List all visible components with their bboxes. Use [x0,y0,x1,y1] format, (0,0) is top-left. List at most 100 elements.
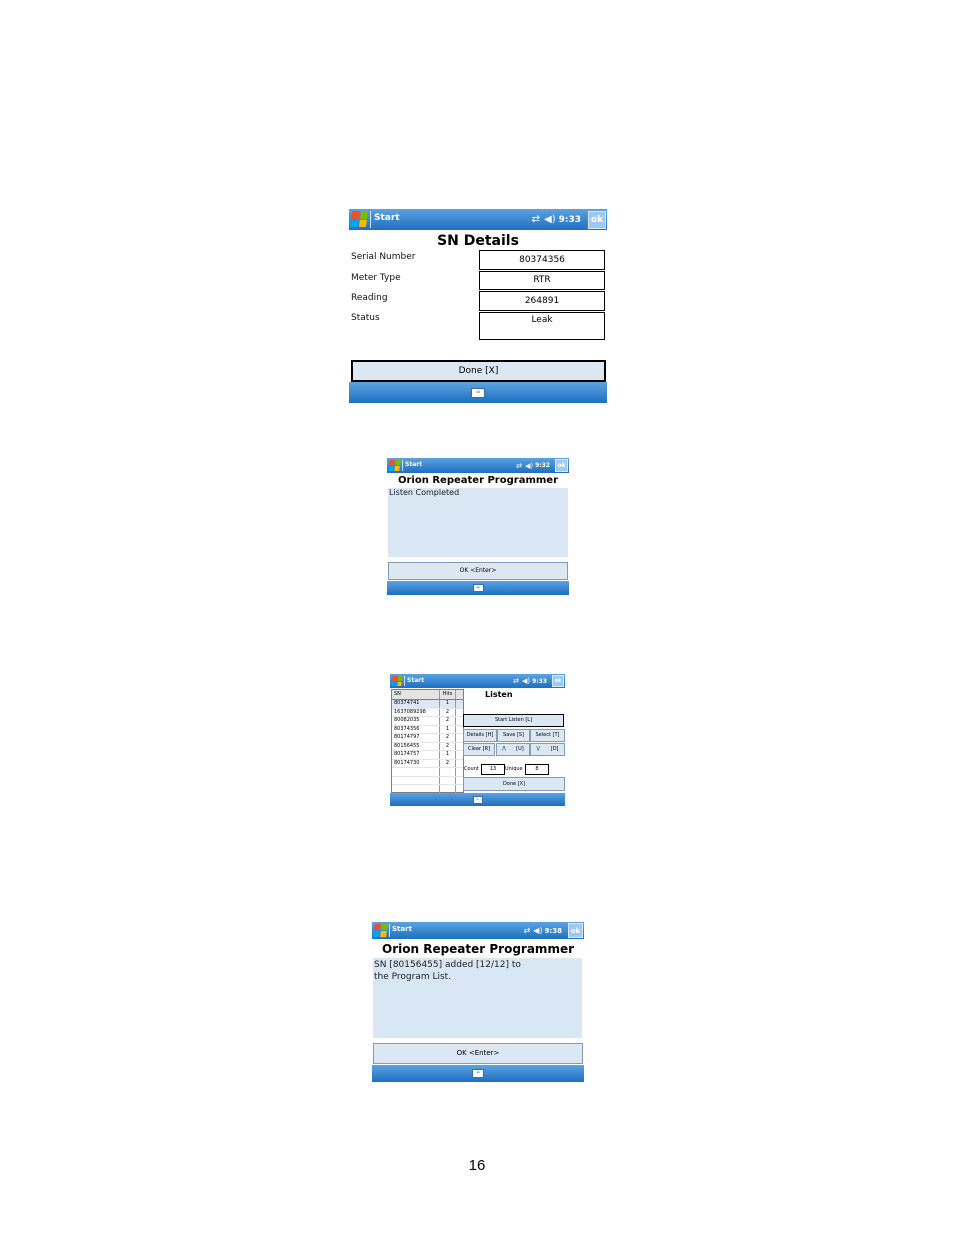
done-button[interactable]: Done [X] [351,360,606,382]
down-arrow-label: \/ [536,746,540,752]
volume-icon[interactable]: ◀) [544,214,556,225]
ok-button[interactable]: ok [568,923,583,938]
move-down-button[interactable]: \/ [D] [530,743,565,756]
title-bar: Start ⇄ ◀) 9:33 ok [349,209,607,230]
sn-cell: 80082035 [392,717,440,725]
page-title: Listen [485,690,513,699]
title-bar: Start ⇄ ◀) 9:33 ok [390,674,565,688]
menu-bar: ⌨ [349,382,607,403]
table-row[interactable]: 80082035 2 [392,717,463,726]
listen-screen: Start ⇄ ◀) 9:33 ok SN Hits 80374741 1 163… [390,674,565,806]
move-up-button[interactable]: /\ [U] [496,743,530,756]
save-button[interactable]: Save [S] [497,729,530,742]
serial-number-label: Serial Number [351,252,416,262]
table-row[interactable]: 80174757 1 [392,751,463,760]
column-header-sn[interactable]: SN [392,690,440,699]
ok-button[interactable]: ok [552,675,564,687]
page-title: Orion Repeater Programmer [398,475,558,486]
connectivity-icon[interactable]: ⇄ [516,462,522,470]
title-bar: Start ⇄ ◀) 9:32 ok [387,458,569,473]
hits-cell: 1 [440,700,456,708]
keyboard-icon[interactable]: ⌨ [471,387,485,398]
title-separator [389,924,390,937]
hits-cell: 1 [440,751,456,759]
sn-cell: 1637089298 [392,708,440,716]
table-row[interactable]: 80174797 2 [392,734,463,743]
sn-cell: 80174730 [392,759,440,767]
connectivity-icon[interactable]: ⇄ [524,926,531,935]
status-area: ⇄ ◀) 9:33 ok [532,209,607,230]
table-row[interactable]: 80174730 2 [392,759,463,768]
unique-label: Unique [505,766,523,772]
ok-button[interactable]: ok [588,210,606,229]
connectivity-icon[interactable]: ⇄ [532,214,540,225]
clock[interactable]: 9:33 [559,215,581,225]
message-box: SN [80156455] added [12/12] to the Progr… [373,958,582,1038]
sn-cell: 80374356 [392,725,440,733]
done-button[interactable]: Done [X] [463,777,565,791]
meter-type-field[interactable]: RTR [479,271,605,290]
status-label: Status [351,313,380,323]
menu-bar: ⌨ [387,581,569,595]
serial-number-field[interactable]: 80374356 [479,250,605,270]
hits-cell: 2 [440,742,456,750]
status-area: ⇄ ◀) 9:32 ok [516,458,569,473]
start-label[interactable]: Start [374,213,400,223]
listen-completed-screen: Start ⇄ ◀) 9:32 ok Orion Repeater Progra… [387,458,569,595]
status-area: ⇄ ◀) 9:33 ok [513,674,565,688]
connectivity-icon[interactable]: ⇄ [513,677,519,685]
sn-hits-grid[interactable]: SN Hits 80374741 1 1637089298 2 80082035 2 … [391,689,464,794]
clock[interactable]: 9:33 [532,678,547,685]
windows-start-icon[interactable] [391,676,403,686]
clear-button[interactable]: Clear [R] [463,743,495,756]
unique-field[interactable]: 8 [525,764,549,775]
sn-cell: 80174757 [392,751,440,759]
windows-start-icon[interactable] [349,211,369,227]
clock[interactable]: 9:38 [545,927,562,935]
start-label[interactable]: Start [407,677,424,684]
keyboard-icon[interactable]: ⌨ [472,584,484,592]
reading-field[interactable]: 264891 [479,291,605,311]
reading-label: Reading [351,293,388,303]
menu-bar: ⌨ [372,1065,584,1082]
table-row[interactable]: 1637089298 2 [392,708,463,717]
empty-row [392,776,463,785]
title-separator [402,460,403,471]
status-field[interactable]: Leak [479,312,605,340]
sn-cell: 80156455 [392,742,440,750]
keyboard-icon[interactable]: ⌨ [472,795,483,804]
page-title: Orion Repeater Programmer [382,942,574,956]
ok-button[interactable]: ok [555,459,568,472]
sn-cell: 80174797 [392,734,440,742]
column-header-hits[interactable]: Hits [440,690,456,699]
ok-enter-button[interactable]: OK <Enter> [373,1043,583,1064]
start-label[interactable]: Start [405,461,422,468]
windows-start-icon[interactable] [388,460,401,471]
ok-enter-button[interactable]: OK <Enter> [388,562,568,580]
grid-header: SN Hits [392,690,463,700]
up-key-label: [U] [516,746,524,752]
select-button[interactable]: Select [T] [530,729,565,742]
menu-bar: ⌨ [390,793,565,806]
hits-cell: 1 [440,725,456,733]
title-bar: Start ⇄ ◀) 9:38 ok [372,922,584,939]
sn-added-screen: Start ⇄ ◀) 9:38 ok Orion Repeater Progra… [372,922,584,1082]
start-label[interactable]: Start [392,925,412,933]
volume-icon[interactable]: ◀) [525,462,533,470]
clock[interactable]: 9:32 [535,462,550,469]
volume-icon[interactable]: ◀) [533,926,542,935]
sn-cell: 80374741 [392,700,440,708]
table-row[interactable]: 80374741 1 [392,700,463,709]
hits-cell: 2 [440,708,456,716]
hits-cell: 2 [440,734,456,742]
hits-cell: 2 [440,717,456,725]
keyboard-icon[interactable]: ⌨ [472,1069,484,1078]
count-field[interactable]: 13 [481,764,505,775]
details-button[interactable]: Details [H] [463,729,497,742]
table-row[interactable]: 80156455 2 [392,742,463,751]
table-row[interactable]: 80374356 1 [392,725,463,734]
windows-start-icon[interactable] [373,924,388,937]
start-listen-button[interactable]: Start Listen [L] [463,714,564,727]
volume-icon[interactable]: ◀) [522,677,530,685]
sn-details-screen: Start ⇄ ◀) 9:33 ok SN Details Serial Num… [349,209,607,403]
